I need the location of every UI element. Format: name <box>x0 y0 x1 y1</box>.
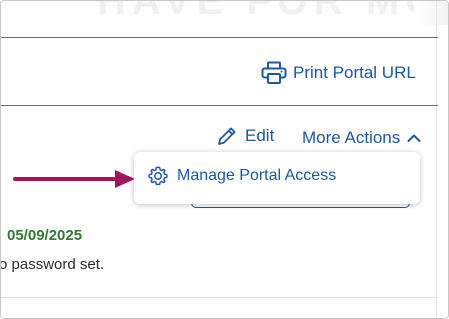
menu-item-label: Manage Portal Access <box>177 167 337 184</box>
menu-item-manage-portal-access[interactable]: Manage Portal Access <box>147 165 336 187</box>
divider-middle <box>1 105 438 106</box>
portal-panel: HAVE FOR MOR PR Print Portal URL Edit Mo… <box>0 0 449 319</box>
chevron-up-icon <box>407 134 421 142</box>
page-header-faded: HAVE FOR MOR PR <box>1 1 448 25</box>
divider-bottom <box>1 297 438 298</box>
printer-icon <box>261 61 287 84</box>
panel-edge <box>436 1 437 318</box>
gear-icon <box>148 166 168 186</box>
password-status-text: o password set. <box>0 256 105 273</box>
pencil-icon <box>218 127 236 145</box>
more-actions-toggle[interactable]: More Actions <box>302 128 421 148</box>
divider-top <box>1 37 438 38</box>
annotation-arrow <box>13 170 135 188</box>
edit-link[interactable]: Edit <box>216 125 274 147</box>
print-portal-url-label: Print Portal URL <box>293 63 416 82</box>
print-portal-url-link[interactable]: Print Portal URL <box>261 61 416 85</box>
faded-page-title: HAVE FOR MOR PR <box>97 1 448 23</box>
more-actions-menu: Manage Portal Access <box>134 152 420 204</box>
header-shadow <box>414 1 448 25</box>
edit-label: Edit <box>245 126 275 145</box>
date-value: 05/09/2025 <box>7 227 83 244</box>
more-actions-label: More Actions <box>302 128 401 147</box>
